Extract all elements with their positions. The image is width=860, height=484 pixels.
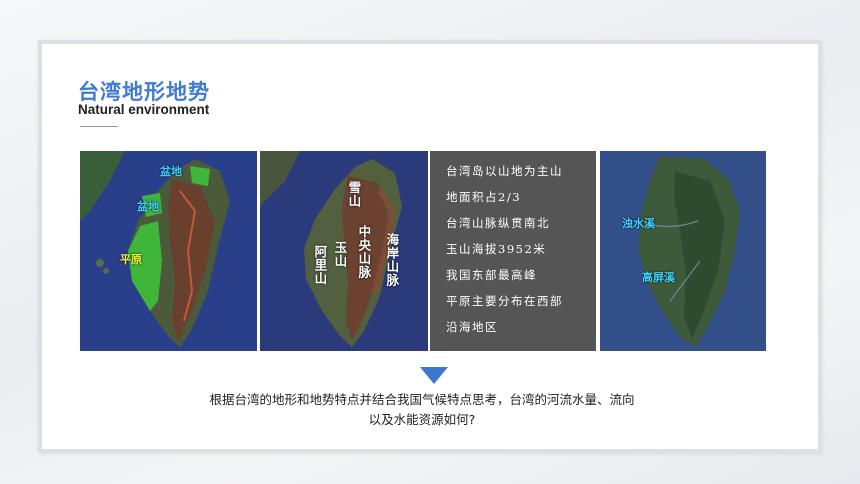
info-box: 台湾岛以山地为主山 地面积占2/3 台湾山脉纵贯南北 玉山海拔3952米 我国东… [430,151,596,351]
slide-card: 台湾地形地势 Natural environment 盆地 盆地 平原 雪山 中… [38,40,822,453]
label-coastal-range: 海岸山脉 [384,233,400,287]
info-line: 台湾山脉纵贯南北 [446,216,550,230]
info-line: 地面积占2/3 [446,190,522,204]
label-yushan: 玉山 [332,241,348,268]
label-zhuoshui-river: 浊水溪 [622,217,655,230]
taiwan-satellite-map-1 [80,151,257,351]
label-gaoping-river: 高屏溪 [642,271,675,284]
label-basin-central: 盆地 [137,200,159,213]
down-arrow-icon [420,367,448,384]
taiwan-satellite-map-4 [600,151,766,351]
info-line: 平原主要分布在西部 [446,294,563,308]
question-line-1: 根据台湾的地形和地势特点并结合我国气候特点思考，台湾的河流水量、流向 [209,392,635,407]
label-basin-north: 盆地 [160,165,182,178]
question-line-2: 以及水能资源如何? [368,412,476,427]
label-plain: 平原 [120,253,142,266]
label-xueshan: 雪山 [346,181,362,208]
info-line: 玉山海拔3952米 [446,242,547,256]
label-central-range: 中央山脉 [356,225,372,279]
terrain-map-rivers: 浊水溪 高屏溪 [600,151,766,351]
info-line: 台湾岛以山地为主山 [446,164,563,178]
title-divider [80,126,118,127]
info-line: 我国东部最高峰 [446,268,537,282]
terrain-map-basins: 盆地 盆地 平原 [80,151,257,351]
label-alishan: 阿里山 [312,245,328,286]
page-subtitle: Natural environment [78,102,210,117]
discussion-question: 根据台湾的地形和地势特点并结合我国气候特点思考，台湾的河流水量、流向 以及水能资… [162,390,682,430]
terrain-map-mountains: 雪山 中央山脉 海岸山脉 玉山 阿里山 [260,151,428,351]
info-line: 沿海地区 [446,320,498,334]
